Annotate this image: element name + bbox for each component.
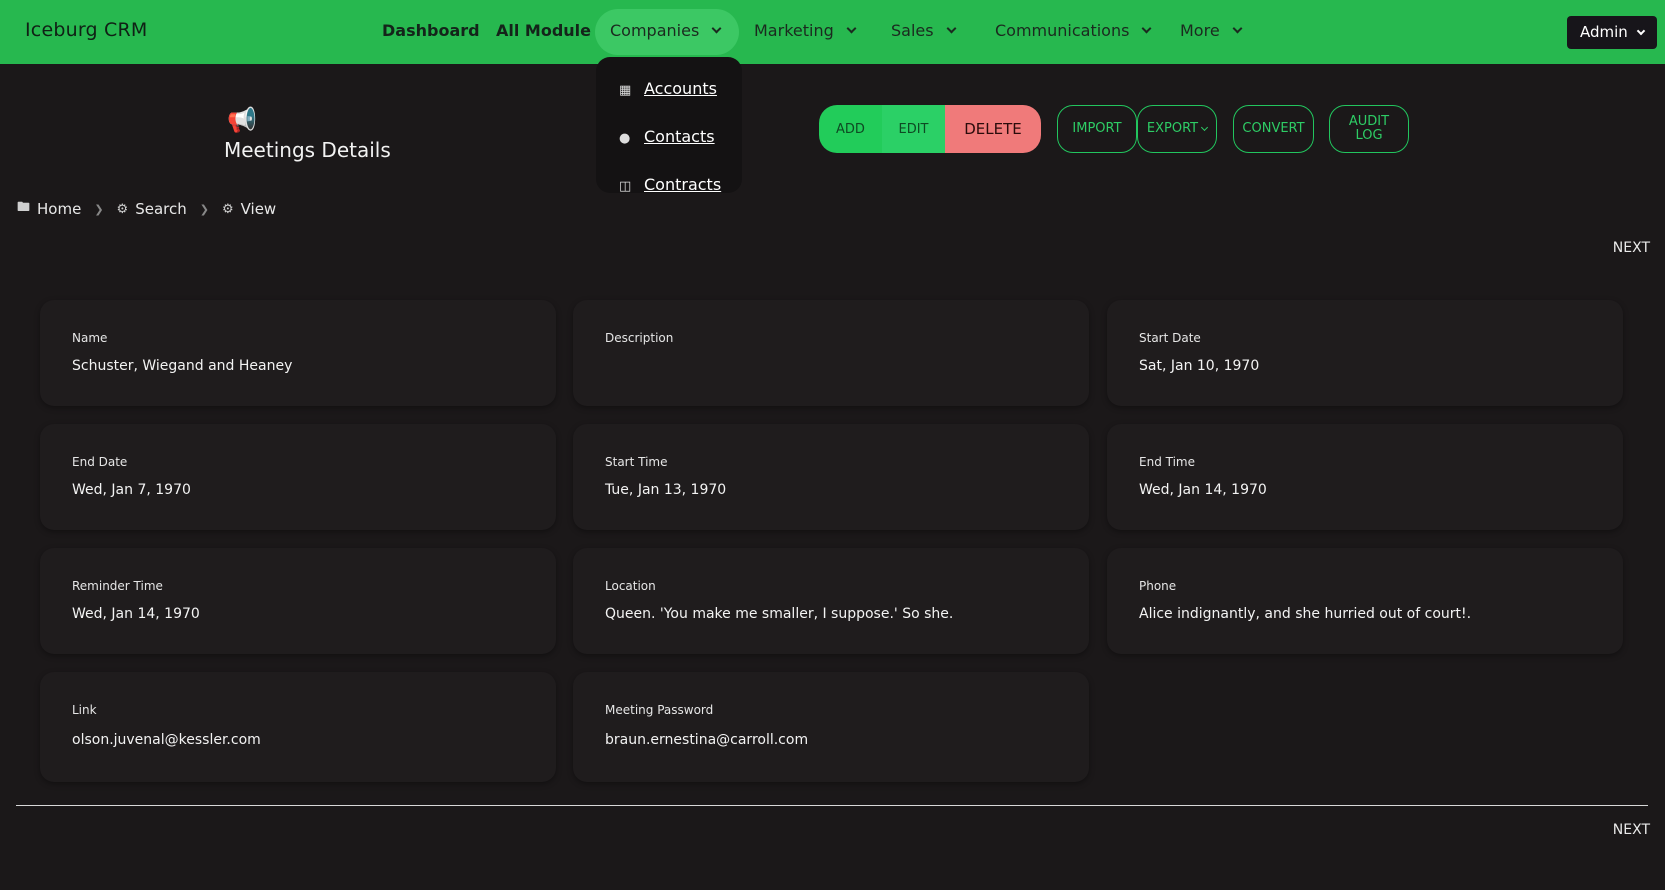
nav-dashboard-label: Dashboard [382, 21, 480, 40]
megaphone-icon: 📢 [227, 106, 257, 134]
nav-companies[interactable]: Companies [610, 21, 722, 40]
audit-log-button[interactable]: AUDIT LOG [1329, 105, 1409, 153]
crud-button-group: ADD EDIT DELETE [819, 105, 1041, 153]
building-icon: ▦ [619, 83, 632, 98]
menu-item-contacts[interactable]: ● Contacts [619, 127, 715, 146]
convert-button[interactable]: CONVERT [1233, 105, 1314, 153]
field-value: Wed, Jan 14, 1970 [72, 606, 200, 622]
field-card-link: Link olson.juvenal@kessler.com [40, 672, 556, 782]
nav-all-module[interactable]: All Module [496, 21, 591, 40]
chevron-down-icon [1232, 23, 1243, 34]
nav-marketing-label: Marketing [754, 21, 834, 40]
field-value: braun.ernestina@carroll.com [605, 732, 809, 748]
field-label: Start Time [605, 455, 668, 469]
nav-sales-label: Sales [891, 21, 934, 40]
nav-communications-label: Communications [995, 21, 1130, 40]
chevron-down-icon [1142, 23, 1152, 34]
field-label: Location [605, 579, 656, 593]
breadcrumb-search[interactable]: ⚙ Search [117, 200, 187, 218]
menu-item-contracts-label: Contracts [644, 175, 722, 194]
nav-more[interactable]: More [1180, 21, 1243, 40]
field-card-start-time: Start Time Tue, Jan 13, 1970 [573, 424, 1089, 530]
next-button-top[interactable]: NEXT [1613, 240, 1650, 256]
breadcrumb: 🖿 Home ❯ ⚙ Search ❯ ⚙ View [17, 198, 276, 220]
field-card-phone: Phone Alice indignantly, and she hurried… [1107, 548, 1623, 654]
field-label: Meeting Password [605, 703, 714, 717]
export-button[interactable]: EXPORT [1137, 105, 1217, 153]
field-label: Reminder Time [72, 579, 163, 593]
field-value: Schuster, Wiegand and Heaney [72, 358, 293, 374]
gear-icon: ⚙ [221, 201, 234, 217]
top-navbar: Iceburg CRM Dashboard All Module Compani… [0, 0, 1665, 64]
menu-item-accounts[interactable]: ▦ Accounts [619, 79, 717, 98]
person-icon: ● [619, 131, 631, 146]
field-label: Name [72, 331, 108, 345]
nav-sales[interactable]: Sales [891, 21, 957, 40]
field-label: End Time [1139, 455, 1195, 469]
field-value: Wed, Jan 14, 1970 [1139, 482, 1267, 498]
chevron-down-icon [1636, 26, 1646, 36]
breadcrumb-home[interactable]: 🖿 Home [17, 198, 81, 220]
section-divider [16, 805, 1648, 806]
field-card-meeting-password: Meeting Password braun.ernestina@carroll… [573, 672, 1089, 782]
book-icon: ◫ [619, 179, 632, 194]
field-value: olson.juvenal@kessler.com [72, 732, 261, 748]
import-button[interactable]: IMPORT [1057, 105, 1137, 153]
field-label: Start Date [1139, 331, 1201, 345]
menu-item-contracts[interactable]: ◫ Contracts [619, 175, 721, 194]
field-card-description: Description [573, 300, 1089, 406]
menu-item-contacts-label: Contacts [644, 127, 715, 146]
field-card-start-date: Start Date Sat, Jan 10, 1970 [1107, 300, 1623, 406]
field-label: Link [72, 703, 97, 717]
gear-icon: ⚙ [116, 201, 129, 217]
breadcrumb-view-label: View [240, 200, 277, 218]
breadcrumb-view[interactable]: ⚙ View [222, 200, 276, 218]
field-value: Sat, Jan 10, 1970 [1139, 358, 1260, 374]
field-card-reminder-time: Reminder Time Wed, Jan 14, 1970 [40, 548, 556, 654]
field-value: Alice indignantly, and she hurried out o… [1139, 606, 1472, 622]
brand-logo[interactable]: Iceburg CRM [25, 19, 147, 41]
nav-dashboard[interactable]: Dashboard [382, 21, 480, 40]
chevron-right-icon: ❯ [199, 202, 209, 216]
field-card-end-time: End Time Wed, Jan 14, 1970 [1107, 424, 1623, 530]
page-title: Meetings Details [224, 138, 391, 162]
delete-button[interactable]: DELETE [945, 105, 1041, 153]
field-value: Queen. 'You make me smaller, I suppose.'… [605, 606, 954, 622]
chevron-down-icon [946, 23, 957, 34]
nav-more-label: More [1180, 21, 1220, 40]
nav-marketing[interactable]: Marketing [754, 21, 857, 40]
field-label: End Date [72, 455, 128, 469]
next-button-bottom[interactable]: NEXT [1613, 822, 1650, 838]
breadcrumb-search-label: Search [135, 200, 187, 218]
breadcrumb-home-label: Home [37, 200, 82, 218]
user-menu-button[interactable]: Admin [1567, 16, 1657, 49]
field-value: Wed, Jan 7, 1970 [72, 482, 191, 498]
nav-all-module-label: All Module [496, 21, 592, 40]
menu-item-accounts-label: Accounts [644, 79, 717, 98]
nav-companies-label: Companies [610, 21, 700, 40]
companies-dropdown-menu: ▦ Accounts ● Contacts ◫ Contracts [596, 57, 742, 194]
chevron-down-icon [846, 23, 857, 34]
field-label: Phone [1139, 579, 1177, 593]
chevron-down-icon [711, 23, 722, 34]
edit-button[interactable]: EDIT [882, 105, 945, 153]
field-card-name: Name Schuster, Wiegand and Heaney [40, 300, 556, 406]
export-button-label: EXPORT [1146, 121, 1199, 136]
field-card-end-date: End Date Wed, Jan 7, 1970 [40, 424, 556, 530]
add-button[interactable]: ADD [819, 105, 882, 153]
folder-icon: 🖿 [17, 200, 31, 215]
user-name: Admin [1580, 23, 1628, 41]
field-card-location: Location Queen. 'You make me smaller, I … [573, 548, 1089, 654]
field-label: Description [605, 331, 674, 345]
nav-communications[interactable]: Communications [995, 21, 1152, 40]
field-value: Tue, Jan 13, 1970 [605, 482, 727, 498]
chevron-right-icon: ❯ [94, 202, 104, 216]
chevron-down-icon [1201, 123, 1209, 131]
